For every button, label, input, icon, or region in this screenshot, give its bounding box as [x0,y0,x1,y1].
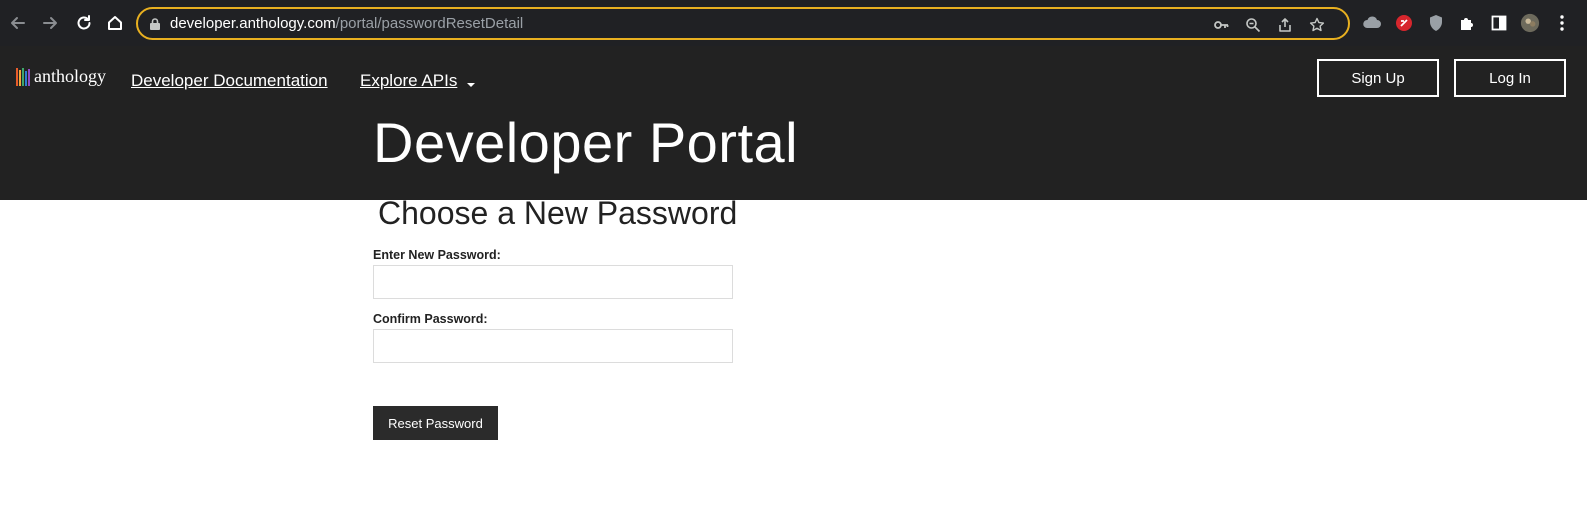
shield-extension-icon[interactable] [1426,13,1446,33]
key-icon[interactable] [1212,16,1230,34]
nav-explore-apis[interactable]: Explore APIs [360,71,457,91]
puzzle-icon[interactable] [1457,13,1477,33]
page-title: Developer Portal [373,111,799,174]
reload-icon[interactable] [72,11,96,35]
logo-text: anthology [34,66,106,86]
url-path: /portal/passwordResetDetail [335,15,524,32]
form-title: Choose a New Password [378,195,738,231]
sign-up-button[interactable]: Sign Up [1317,59,1439,97]
cloud-extension-icon[interactable] [1362,13,1382,33]
bookmark-star-icon[interactable] [1308,16,1326,34]
new-password-field[interactable] [373,265,733,299]
url-host: developer.anthology.com [170,15,336,32]
log-in-button[interactable]: Log In [1454,59,1566,97]
anthology-logo[interactable]: anthology [16,66,106,87]
reset-password-button[interactable]: Reset Password [373,406,498,440]
confirm-password-field[interactable] [373,329,733,363]
lock-icon[interactable] [149,17,161,36]
site-header: anthology Developer Documentation Explor… [0,46,1587,200]
profile-avatar-icon[interactable] [1520,13,1540,33]
url-text: developer.anthology.com/portal/passwordR… [170,15,523,32]
browser-toolbar: developer.anthology.com/portal/passwordR… [0,0,1587,46]
kebab-menu-icon[interactable] [1552,13,1572,33]
share-icon[interactable] [1276,16,1294,34]
zoom-icon[interactable] [1244,16,1262,34]
chevron-down-icon[interactable] [467,83,475,87]
address-bar[interactable]: developer.anthology.com/portal/passwordR… [136,7,1350,40]
back-icon[interactable] [6,11,30,35]
nav-developer-documentation[interactable]: Developer Documentation [131,71,328,91]
side-panel-icon[interactable] [1489,13,1509,33]
home-icon[interactable] [103,11,127,35]
new-password-label: Enter New Password: [373,248,501,262]
forward-icon[interactable] [38,11,62,35]
confirm-password-label: Confirm Password: [373,312,488,326]
logo-bars-icon [16,67,30,86]
red-extension-icon[interactable] [1394,13,1414,33]
